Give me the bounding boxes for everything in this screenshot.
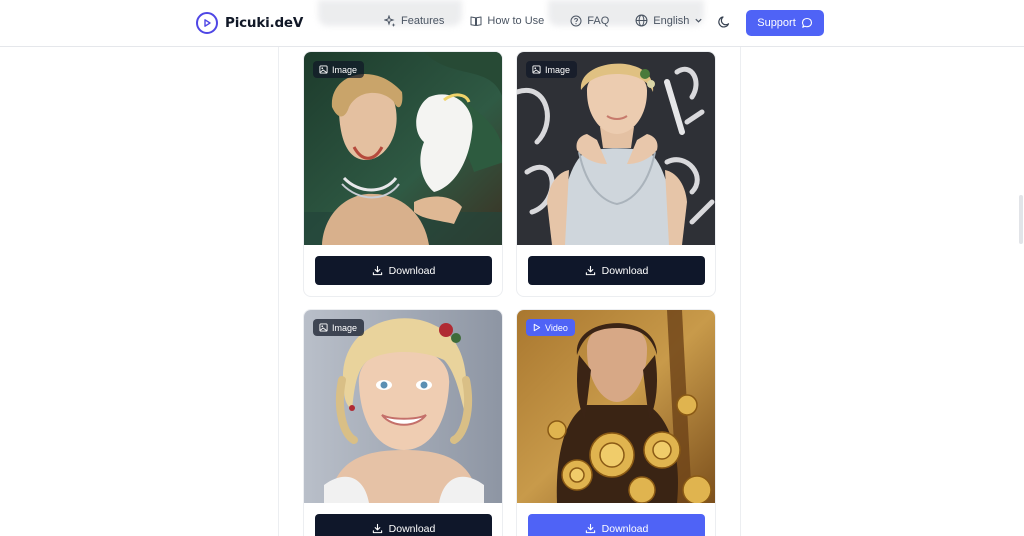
- brand-logo-link[interactable]: Picuki.deV: [196, 12, 303, 34]
- image-icon: [532, 65, 541, 74]
- download-icon: [372, 265, 382, 276]
- media-type-badge: Image: [313, 319, 365, 336]
- download-button[interactable]: Download: [528, 256, 705, 285]
- image-icon: [319, 323, 328, 332]
- book-icon: [470, 16, 482, 26]
- photo-smiling-woman-portrait: [304, 310, 502, 503]
- media-card: Image Download: [516, 51, 716, 297]
- media-type-badge: Image: [313, 61, 365, 78]
- photo-woman-with-cockatoo: [304, 52, 502, 245]
- download-icon: [585, 523, 595, 534]
- language-selector[interactable]: English: [635, 14, 703, 27]
- photo-woman-in-white-dress: [517, 52, 715, 245]
- play-circle-icon: [196, 12, 218, 34]
- media-thumbnail[interactable]: Image: [304, 52, 502, 245]
- download-icon: [372, 523, 382, 534]
- download-button[interactable]: Download: [315, 256, 492, 285]
- sparkles-icon: [384, 14, 396, 27]
- top-navbar: Picuki.deV Features How to Use FAQ Engli…: [0, 0, 1024, 47]
- nav-how-to-use-label: How to Use: [487, 14, 545, 27]
- media-type-label: Image: [332, 64, 358, 75]
- nav-features[interactable]: Features: [384, 14, 445, 27]
- help-circle-icon: [570, 15, 582, 26]
- media-type-badge: Image: [526, 61, 578, 78]
- media-type-label: Video: [545, 322, 568, 333]
- media-thumbnail[interactable]: Image: [304, 310, 502, 503]
- download-button[interactable]: Download: [315, 514, 492, 536]
- nav-features-label: Features: [401, 14, 445, 27]
- media-type-label: Image: [545, 64, 571, 75]
- support-label: Support: [757, 17, 796, 29]
- chat-bubble-icon: [801, 17, 812, 28]
- media-card: Video Download: [516, 309, 716, 536]
- media-type-label: Image: [332, 322, 358, 333]
- image-icon: [319, 65, 328, 74]
- support-button[interactable]: Support: [746, 10, 824, 36]
- media-type-badge: Video: [526, 319, 575, 336]
- play-icon: [533, 323, 541, 332]
- brand-name: Picuki.deV: [225, 15, 304, 31]
- download-label: Download: [388, 522, 436, 535]
- main-nav: Features How to Use FAQ English: [384, 14, 729, 27]
- download-button[interactable]: Download: [528, 514, 705, 536]
- media-thumbnail[interactable]: Video: [517, 310, 715, 503]
- download-icon: [585, 265, 595, 276]
- globe-icon: [635, 14, 648, 27]
- media-thumbnail[interactable]: Image: [517, 52, 715, 245]
- language-label: English: [653, 14, 690, 27]
- chevron-down-icon: [695, 18, 702, 23]
- results-column: Image Download Image Download Image Down…: [278, 47, 741, 536]
- theme-toggle-button[interactable]: [717, 15, 733, 31]
- download-label: Download: [601, 264, 649, 277]
- media-card: Image Download: [303, 51, 503, 297]
- nav-faq[interactable]: FAQ: [570, 15, 609, 27]
- media-card: Image Download: [303, 309, 503, 536]
- page-scrollbar[interactable]: [1019, 195, 1023, 244]
- download-label: Download: [388, 264, 436, 277]
- moon-icon: [718, 16, 730, 28]
- nav-faq-label: FAQ: [587, 14, 610, 27]
- download-label: Download: [601, 522, 649, 535]
- photo-woman-with-golden-roses: [517, 310, 715, 503]
- nav-how-to-use[interactable]: How to Use: [470, 15, 544, 27]
